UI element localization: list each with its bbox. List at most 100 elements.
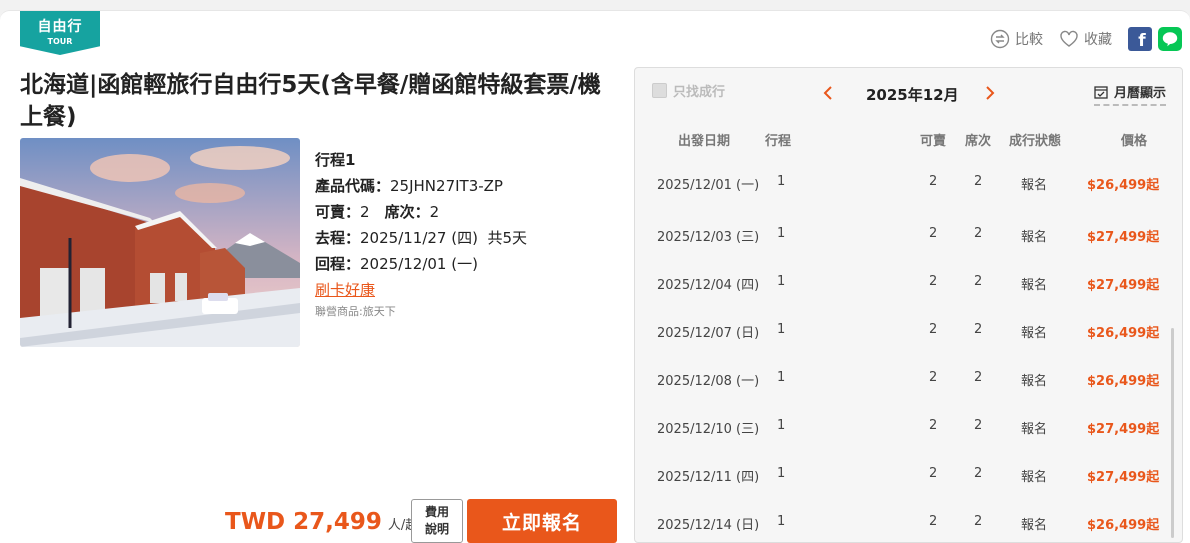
cell-seat: 2 (974, 418, 983, 433)
cell-date: 2025/12/03 (三) (657, 230, 760, 245)
availability: 可賣：2 席次：2 (315, 203, 440, 221)
cell-trip: 1 (777, 466, 786, 481)
chevron-left-icon (823, 86, 832, 100)
cell-status: 報名 (1021, 374, 1048, 389)
table-row[interactable]: 2025/12/01 (一) 1 2 2 報名 $26,499起 (635, 174, 1182, 194)
next-month-button[interactable] (979, 81, 1001, 105)
cell-price: $26,499起 (1087, 374, 1160, 389)
cell-price: $27,499起 (1087, 470, 1160, 485)
cell-trip: 1 (777, 174, 786, 189)
cell-avail: 2 (929, 226, 938, 241)
header-status: 成行狀態 (1009, 134, 1062, 149)
cell-date: 2025/12/11 (四) (657, 470, 760, 485)
checkbox[interactable] (652, 83, 667, 98)
current-month: 2025年12月 (866, 86, 959, 104)
promo-link[interactable]: 刷卡好康 (315, 281, 375, 299)
product-card: 自由行 TOUR 比較 收藏 f 北海道|函館輕旅行自由行5天(含早餐/贈函館特… (0, 10, 1190, 543)
scrollbar[interactable] (1171, 328, 1174, 538)
heart-icon (1060, 30, 1078, 47)
cell-seat: 2 (974, 322, 983, 337)
header-avail: 可賣 (920, 134, 947, 149)
signup-button[interactable]: 立即報名 (467, 499, 617, 543)
cell-trip: 1 (777, 274, 786, 289)
cell-trip: 1 (777, 514, 786, 529)
fee-info-button[interactable]: 費用 說明 (411, 499, 463, 543)
cell-status: 報名 (1021, 470, 1048, 485)
line-icon (1162, 32, 1178, 47)
facebook-share-button[interactable]: f (1128, 27, 1152, 51)
header-date: 出發日期 (678, 134, 731, 149)
header-price: 價格 (1121, 134, 1148, 149)
compare-icon (990, 29, 1010, 49)
cell-price: $26,499起 (1087, 326, 1160, 341)
facebook-icon: f (1138, 31, 1146, 51)
cell-seat: 2 (974, 274, 983, 289)
cell-price: $26,499起 (1087, 518, 1160, 533)
cell-avail: 2 (929, 466, 938, 481)
table-row[interactable]: 2025/12/08 (一) 1 2 2 報名 $26,499起 (635, 370, 1182, 390)
badge-main: 自由行 (37, 19, 83, 35)
return-date: 回程：2025/12/01 (一) (315, 255, 478, 273)
favorite-label: 收藏 (1084, 32, 1112, 48)
compare-button[interactable]: 比較 (990, 29, 1043, 49)
cell-avail: 2 (929, 274, 938, 289)
table-row[interactable]: 2025/12/07 (日) 1 2 2 報名 $26,499起 (635, 322, 1182, 342)
cell-date: 2025/12/14 (日) (657, 518, 760, 533)
product-photo (20, 138, 300, 347)
cell-date: 2025/12/08 (一) (657, 374, 760, 389)
cell-seat: 2 (974, 174, 983, 189)
warehouse-snow-photo (20, 138, 300, 347)
departure-date: 去程：2025/11/27 (四) 共5天 (315, 229, 528, 247)
product-title: 北海道|函館輕旅行自由行5天(含早餐/贈函館特級套票/機上餐) (20, 72, 601, 130)
cell-status: 報名 (1021, 230, 1048, 245)
share-actions: 比較 收藏 f (990, 27, 1182, 51)
cell-seat: 2 (974, 226, 983, 241)
table-row[interactable]: 2025/12/10 (三) 1 2 2 報名 $27,499起 (635, 418, 1182, 438)
product-code: 產品代碼：25JHN27IT3-ZP (315, 177, 503, 195)
cell-avail: 2 (929, 174, 938, 189)
cell-status: 報名 (1021, 518, 1048, 533)
table-row[interactable]: 2025/12/03 (三) 1 2 2 報名 $27,499起 (635, 226, 1182, 246)
partner-note: 聯營商品:旅天下 (315, 305, 396, 318)
cell-price: $27,499起 (1087, 278, 1160, 293)
cell-avail: 2 (929, 370, 938, 385)
cell-date: 2025/12/07 (日) (657, 326, 760, 341)
line-share-button[interactable] (1158, 27, 1182, 51)
cell-avail: 2 (929, 322, 938, 337)
cell-date: 2025/12/04 (四) (657, 278, 760, 293)
cell-date: 2025/12/01 (一) (657, 178, 760, 193)
table-row[interactable]: 2025/12/14 (日) 1 2 2 報名 $26,499起 (635, 514, 1182, 534)
cell-avail: 2 (929, 418, 938, 433)
calendar-view-toggle[interactable]: 月曆顯示 (1093, 82, 1166, 106)
header-trip: 行程 (765, 134, 792, 149)
calendar-icon (1094, 85, 1108, 99)
cell-date: 2025/12/10 (三) (657, 422, 760, 437)
cell-seat: 2 (974, 370, 983, 385)
only-confirmed-filter[interactable]: 只找成行 (652, 81, 725, 100)
cell-price: $27,499起 (1087, 422, 1160, 437)
cell-trip: 1 (777, 322, 786, 337)
price-display: TWD 27,499 人/起 (225, 509, 418, 535)
cell-seat: 2 (974, 514, 983, 529)
prev-month-arrow[interactable] (817, 81, 839, 105)
tour-badge: 自由行 TOUR (20, 11, 100, 55)
cell-status: 報名 (1021, 326, 1048, 341)
table-row[interactable]: 2025/12/11 (四) 1 2 2 報名 $27,499起 (635, 466, 1182, 486)
header-seat: 席次 (965, 134, 992, 149)
favorite-button[interactable]: 收藏 (1059, 29, 1112, 49)
departure-calendar-panel: 只找成行 2025年12月 月曆顯示 出發日期 行程 可賣 席次 成行狀態 價格… (634, 67, 1183, 543)
product-info: 行程1 產品代碼：25JHN27IT3-ZP 可賣：2 席次：2 去程：2025… (315, 147, 527, 321)
cell-avail: 2 (929, 514, 938, 529)
table-row[interactable]: 2025/12/04 (四) 1 2 2 報名 $27,499起 (635, 274, 1182, 294)
cell-seat: 2 (974, 466, 983, 481)
cell-price: $27,499起 (1087, 230, 1160, 245)
cell-status: 報名 (1021, 422, 1048, 437)
cell-trip: 1 (777, 370, 786, 385)
chevron-right-icon (986, 86, 995, 100)
compare-label: 比較 (1015, 32, 1043, 48)
cell-trip: 1 (777, 418, 786, 433)
price-amount: TWD 27,499 (225, 509, 382, 535)
cell-status: 報名 (1021, 178, 1048, 193)
badge-sub: TOUR (47, 37, 73, 46)
itinerary-label: 行程1 (315, 151, 356, 169)
